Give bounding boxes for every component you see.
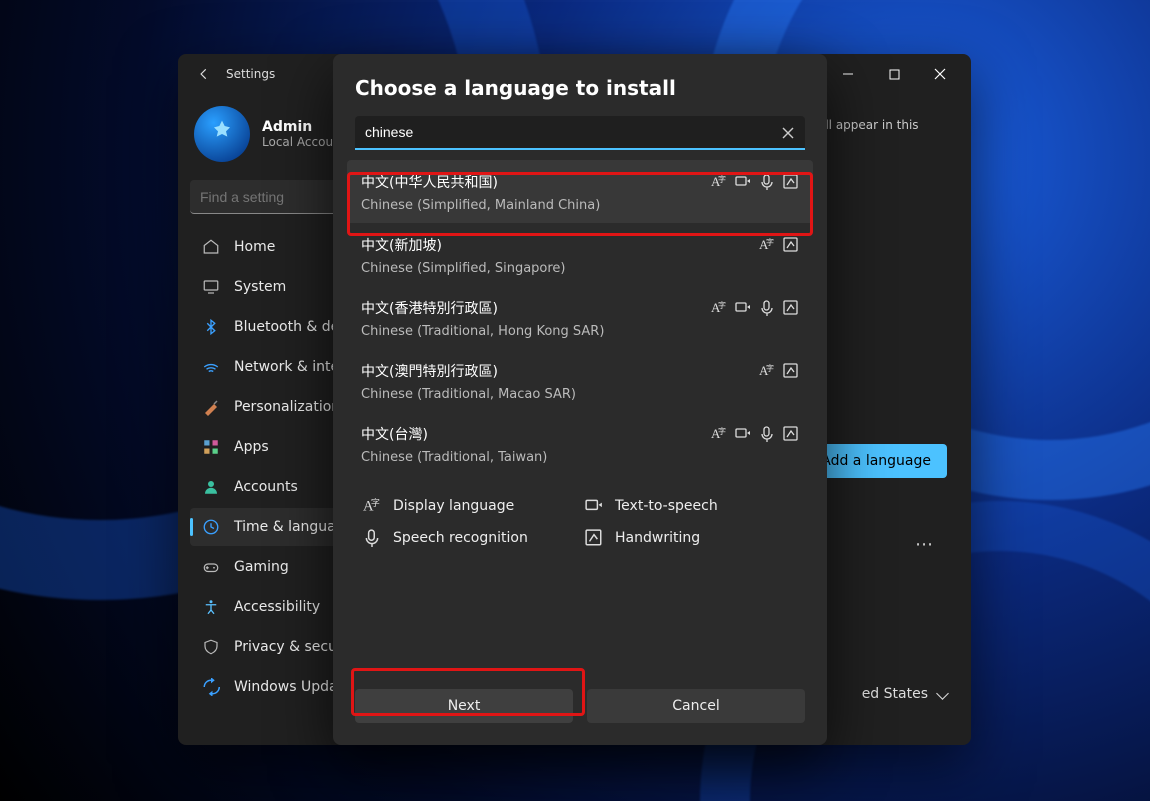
handwriting-icon bbox=[783, 426, 799, 442]
system-icon bbox=[202, 278, 220, 296]
gaming-icon bbox=[202, 558, 220, 576]
handwriting-icon bbox=[783, 363, 799, 379]
language-english: Chinese (Traditional, Macao SAR) bbox=[361, 387, 799, 402]
language-search-input[interactable] bbox=[355, 116, 805, 150]
privacy-icon bbox=[202, 638, 220, 656]
sidebar-item-label: Accounts bbox=[234, 479, 298, 495]
feature-legend: Display language Text-to-speech Speech r… bbox=[333, 475, 827, 557]
home-icon bbox=[202, 238, 220, 256]
language-item[interactable]: 中文(新加坡) Chinese (Simplified, Singapore) bbox=[347, 223, 813, 286]
minimize-button[interactable] bbox=[825, 58, 871, 90]
accounts-icon bbox=[202, 478, 220, 496]
apps-icon bbox=[202, 438, 220, 456]
text-to-speech-icon bbox=[585, 497, 603, 515]
display-icon bbox=[711, 174, 727, 190]
handwriting-icon bbox=[585, 529, 603, 547]
clear-search-button[interactable] bbox=[779, 124, 797, 142]
display-language-icon bbox=[363, 497, 381, 515]
display-icon bbox=[711, 300, 727, 316]
language-english: Chinese (Traditional, Hong Kong SAR) bbox=[361, 324, 799, 339]
close-button[interactable] bbox=[917, 58, 963, 90]
accessibility-icon bbox=[202, 598, 220, 616]
sidebar-item-label: Gaming bbox=[234, 559, 289, 575]
language-item[interactable]: 中文(香港特別行政區)Chinese (Traditional, Hong Ko… bbox=[347, 286, 813, 349]
bluetooth-icon bbox=[202, 318, 220, 336]
windowsupdate-icon bbox=[202, 678, 220, 696]
maximize-button[interactable] bbox=[871, 58, 917, 90]
handwriting-icon bbox=[783, 237, 799, 253]
more-button[interactable]: ⋯ bbox=[915, 534, 935, 555]
tts-icon bbox=[735, 174, 751, 190]
language-english: Chinese (Traditional, Taiwan) bbox=[361, 450, 799, 465]
sidebar-item-label: Personalization bbox=[234, 399, 340, 415]
speech-icon bbox=[759, 300, 775, 316]
speech-icon bbox=[759, 426, 775, 442]
next-button[interactable]: Next bbox=[355, 689, 573, 723]
language-native: 中文(新加坡) bbox=[361, 235, 799, 255]
language-item[interactable]: 中文(中华人民共和国)Chinese (Simplified, Mainland… bbox=[347, 160, 813, 223]
avatar bbox=[194, 106, 250, 162]
personalization-icon bbox=[202, 398, 220, 416]
language-list: 中文(中华人民共和国)Chinese (Simplified, Mainland… bbox=[347, 160, 813, 475]
cancel-button[interactable]: Cancel bbox=[587, 689, 805, 723]
language-item[interactable]: 中文(澳門特別行政區) Chinese (Traditional, Macao S… bbox=[347, 349, 813, 412]
language-dialog: Choose a language to install 中文(中华人民共和国)… bbox=[333, 54, 827, 745]
language-item[interactable]: 中文(台灣)Chinese (Traditional, Taiwan) bbox=[347, 412, 813, 475]
dropdown-value[interactable]: ed States bbox=[862, 686, 928, 702]
chevron-down-icon bbox=[938, 686, 947, 702]
dialog-title: Choose a language to install bbox=[333, 76, 827, 116]
handwriting-icon bbox=[783, 300, 799, 316]
hint-text: ill appear in this bbox=[822, 118, 919, 132]
tts-icon bbox=[735, 426, 751, 442]
time-icon bbox=[202, 518, 220, 536]
language-english: Chinese (Simplified, Mainland China) bbox=[361, 198, 799, 213]
window-title: Settings bbox=[226, 67, 275, 81]
language-native: 中文(澳門特別行政區) bbox=[361, 361, 799, 381]
sidebar-item-label: Home bbox=[234, 239, 275, 255]
display-icon bbox=[711, 426, 727, 442]
sidebar-item-label: Accessibility bbox=[234, 599, 320, 615]
display-icon bbox=[759, 363, 775, 379]
speech-recognition-icon bbox=[363, 529, 381, 547]
speech-icon bbox=[759, 174, 775, 190]
language-english: Chinese (Simplified, Singapore) bbox=[361, 261, 799, 276]
sidebar-item-label: System bbox=[234, 279, 286, 295]
handwriting-icon bbox=[783, 174, 799, 190]
tts-icon bbox=[735, 300, 751, 316]
back-button[interactable] bbox=[192, 62, 216, 86]
network-icon bbox=[202, 358, 220, 376]
display-icon bbox=[759, 237, 775, 253]
sidebar-item-label: Apps bbox=[234, 439, 269, 455]
